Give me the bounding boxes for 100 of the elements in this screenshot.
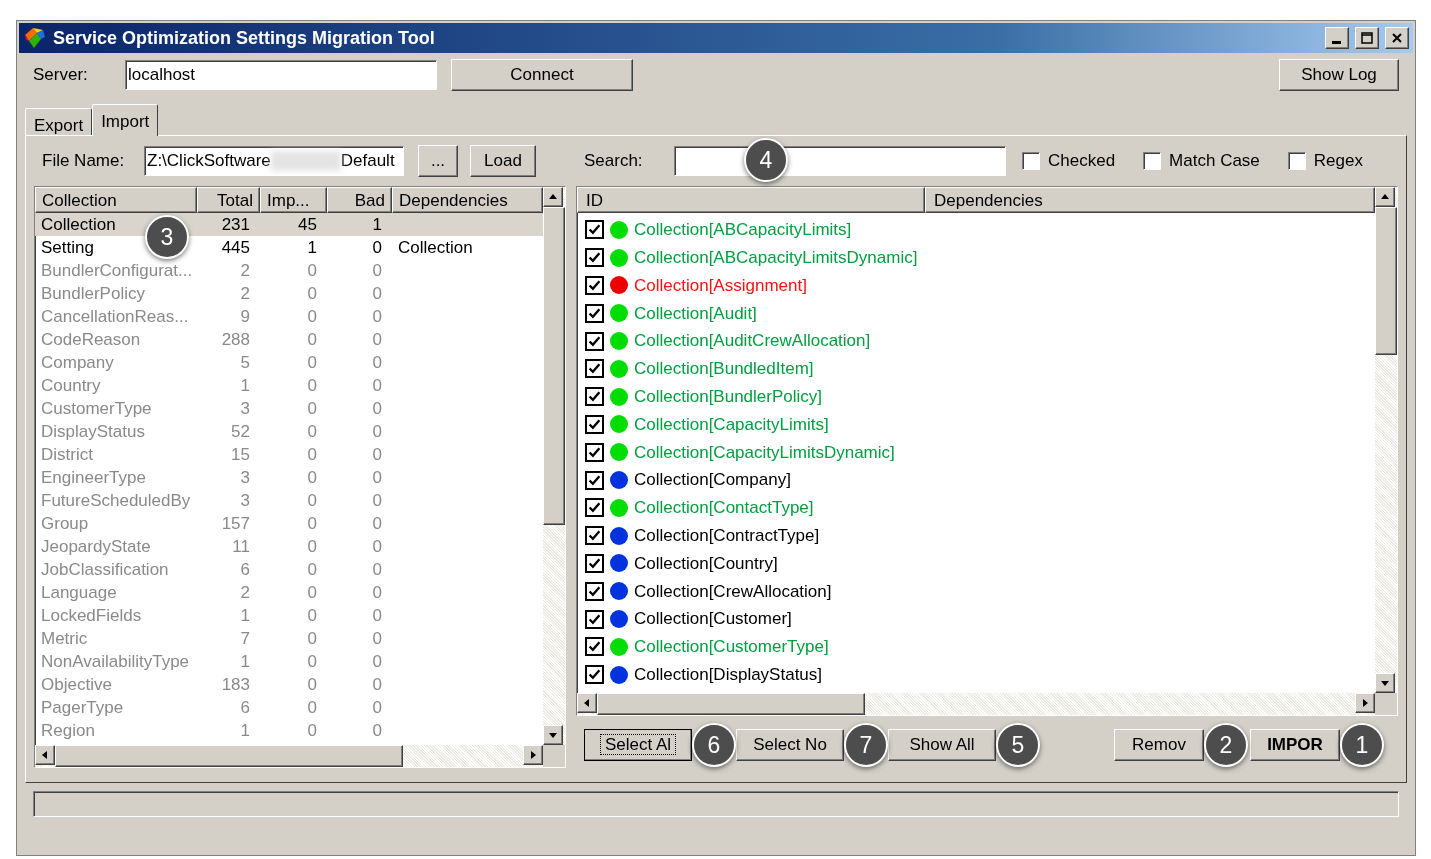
column-header[interactable]: Dependencies [392, 187, 543, 213]
close-button[interactable] [1385, 27, 1409, 49]
table-cell: 0 [307, 721, 317, 740]
table-cell: 0 [307, 675, 317, 694]
import-button[interactable]: IMPOR [1250, 729, 1340, 761]
maximize-icon [1361, 32, 1373, 44]
scroll-arrow-button[interactable] [1355, 693, 1375, 713]
item-checkbox[interactable] [585, 303, 604, 323]
item-id[interactable]: Collection[Company] [634, 467, 791, 493]
tab[interactable]: Import [92, 104, 159, 136]
column-header[interactable]: Total [197, 187, 260, 213]
vertical-scrollbar[interactable] [543, 187, 565, 745]
table-cell: EngineerType [41, 468, 146, 487]
item-checkbox[interactable] [585, 331, 604, 351]
check-icon [588, 334, 601, 348]
item-id[interactable]: Collection[CustomerType] [634, 634, 829, 660]
minimize-icon [1331, 40, 1343, 44]
table-cell: Company [41, 353, 114, 372]
item-checkbox[interactable] [585, 526, 604, 546]
table-cell: 0 [372, 698, 382, 717]
horizontal-scrollbar[interactable] [35, 745, 543, 767]
item-checkbox[interactable] [585, 609, 604, 629]
filter-checkbox[interactable] [1143, 152, 1162, 170]
item-checkbox[interactable] [585, 414, 604, 434]
item-id[interactable]: Collection[CapacityLimitsDynamic] [634, 439, 895, 465]
column-header[interactable]: Bad [327, 187, 392, 213]
table-cell: District [41, 445, 93, 464]
callout-badge: 6 [692, 723, 736, 767]
callout-badge: 5 [996, 723, 1040, 767]
scroll-thumb[interactable] [1375, 207, 1397, 355]
scroll-arrow-button[interactable] [523, 745, 543, 765]
table-cell: 0 [307, 468, 317, 487]
vertical-scrollbar[interactable] [1375, 187, 1397, 693]
item-checkbox[interactable] [585, 498, 604, 518]
table-cell: 0 [372, 238, 382, 257]
tab[interactable]: Export [25, 108, 93, 135]
column-header[interactable]: Collection [35, 187, 197, 213]
minimize-button[interactable] [1325, 27, 1349, 49]
filter-checkbox[interactable] [1022, 152, 1040, 170]
item-id[interactable]: Collection[Customer] [634, 606, 792, 632]
item-checkbox[interactable] [585, 470, 604, 490]
scroll-thumb[interactable] [543, 207, 565, 525]
check-icon [588, 362, 601, 376]
list-action-button[interactable]: Select Al [584, 729, 692, 761]
item-checkbox[interactable] [585, 248, 604, 268]
item-checkbox[interactable] [585, 637, 604, 657]
item-checkbox[interactable] [585, 220, 604, 240]
filter-checkbox[interactable] [1287, 152, 1306, 170]
scroll-arrow-button[interactable] [577, 693, 597, 713]
item-id[interactable]: Collection[Country] [634, 550, 778, 577]
item-checkbox[interactable] [585, 387, 604, 407]
table-cell: JobClassification [41, 560, 169, 579]
table-cell: 0 [307, 330, 317, 349]
server-field[interactable]: localhost [125, 60, 437, 90]
scroll-arrow-button[interactable] [1375, 187, 1395, 207]
scrollbar-corner [1375, 693, 1397, 715]
scroll-arrow-button[interactable] [543, 725, 563, 745]
table-cell: 0 [307, 514, 317, 533]
item-checkbox[interactable] [585, 359, 604, 379]
item-id[interactable]: Collection[CrewAllocation] [634, 578, 832, 604]
remove-button[interactable]: Remov [1114, 729, 1204, 761]
check-icon [588, 417, 601, 431]
scroll-arrow-button[interactable] [543, 187, 563, 207]
table-cell: 0 [372, 583, 382, 602]
horizontal-scrollbar[interactable] [577, 693, 1375, 715]
list-action-button[interactable]: Show All [888, 729, 996, 761]
column-header[interactable]: ID [577, 187, 925, 213]
scroll-thumb[interactable] [597, 693, 865, 715]
item-id[interactable]: Collection[Assignment] [634, 272, 807, 299]
load-button[interactable]: Load [470, 145, 536, 177]
callout-badge: 2 [1204, 723, 1248, 767]
search-field[interactable] [674, 146, 1006, 176]
scroll-thumb[interactable] [55, 745, 403, 767]
connect-button[interactable]: Connect [451, 59, 633, 91]
scroll-arrow-button[interactable] [1375, 673, 1395, 693]
column-header[interactable]: Imp... [260, 187, 327, 213]
browse-button[interactable]: ... [418, 145, 458, 177]
filter-label: Regex [1313, 150, 1363, 173]
file-name-field[interactable]: Z:\ClickSoftware Default [144, 146, 404, 176]
table-cell: 0 [307, 583, 317, 602]
check-icon [588, 612, 601, 626]
item-id[interactable]: Collection[DisplayStatus] [634, 661, 823, 688]
show-log-button[interactable]: Show Log [1279, 59, 1399, 91]
item-id[interactable]: Collection[CapacityLimits] [634, 411, 829, 438]
table-cell: 2 [240, 583, 250, 602]
table-cell: 0 [372, 629, 382, 648]
filter-label: Match Case [1169, 150, 1260, 173]
list-action-button[interactable]: Select No [736, 729, 844, 761]
table-cell: Country [41, 376, 101, 395]
maximize-button[interactable] [1355, 27, 1379, 49]
table-cell: 11 [232, 537, 250, 556]
check-icon [588, 390, 601, 404]
column-header[interactable]: Dependencies [925, 187, 1375, 213]
scroll-arrow-button[interactable] [35, 745, 55, 765]
item-checkbox[interactable] [585, 553, 604, 573]
item-checkbox[interactable] [585, 665, 604, 685]
item-checkbox[interactable] [585, 276, 604, 295]
item-checkbox[interactable] [585, 581, 604, 601]
item-checkbox[interactable] [585, 442, 604, 462]
item-id[interactable]: Collection[ContractType] [634, 522, 820, 549]
